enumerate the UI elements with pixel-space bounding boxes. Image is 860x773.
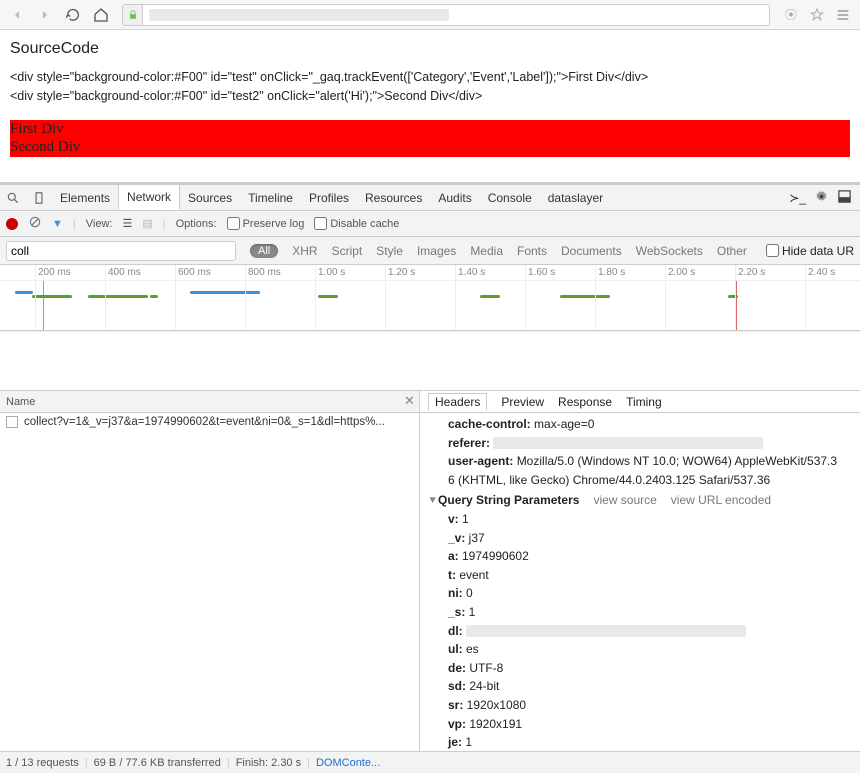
- url-text: [143, 8, 769, 22]
- hide-data-urls-checkbox[interactable]: Hide data UR: [766, 244, 854, 258]
- filter-websockets[interactable]: WebSockets: [636, 244, 703, 258]
- star-icon[interactable]: [806, 4, 828, 26]
- view-url-encoded-link[interactable]: view URL encoded: [671, 491, 771, 510]
- tab-profiles[interactable]: Profiles: [301, 185, 357, 210]
- column-name[interactable]: Name: [0, 391, 419, 413]
- back-button[interactable]: [6, 4, 28, 26]
- device-icon[interactable]: [26, 185, 52, 210]
- reload-button[interactable]: [62, 4, 84, 26]
- status-bar: 1 / 13 requests| 69 B / 77.6 KB transfer…: [0, 751, 860, 773]
- filter-other[interactable]: Other: [717, 244, 747, 258]
- address-bar[interactable]: [122, 4, 770, 26]
- tab-resources[interactable]: Resources: [357, 185, 430, 210]
- second-div[interactable]: Second Div: [10, 138, 850, 157]
- filter-xhr[interactable]: XHR: [292, 244, 317, 258]
- status-finish: Finish: 2.30 s: [236, 757, 301, 769]
- filter-icon[interactable]: ▼: [52, 218, 63, 230]
- request-list: Name collect?v=1&_v=j37&a=1974990602&t=e…: [0, 391, 420, 751]
- clear-icon[interactable]: [28, 215, 42, 232]
- tab-elements[interactable]: Elements: [52, 185, 118, 210]
- filter-documents[interactable]: Documents: [561, 244, 622, 258]
- detail-tab-timing[interactable]: Timing: [626, 395, 662, 409]
- devtools-tab-bar: Elements Network Sources Timeline Profil…: [0, 185, 860, 211]
- forward-button[interactable]: [34, 4, 56, 26]
- tab-sources[interactable]: Sources: [180, 185, 240, 210]
- page-heading: SourceCode: [10, 40, 850, 58]
- qsp-section-title[interactable]: Query String Parameters: [438, 493, 579, 507]
- status-transferred: 69 B / 77.6 KB transferred: [94, 757, 221, 769]
- first-div[interactable]: First Div: [10, 120, 850, 139]
- request-url: collect?v=1&_v=j37&a=1974990602&t=event&…: [24, 416, 385, 428]
- status-domcontent: DOMConte...: [316, 757, 380, 769]
- inspect-icon[interactable]: [0, 185, 26, 210]
- network-timeline[interactable]: 200 ms400 ms600 ms800 ms1.00 s1.20 s1.40…: [0, 265, 860, 331]
- tab-audits[interactable]: Audits: [430, 185, 479, 210]
- record-button[interactable]: [6, 218, 18, 230]
- preserve-log-checkbox[interactable]: Preserve log: [227, 217, 305, 230]
- file-icon: [6, 416, 18, 428]
- filter-fonts[interactable]: Fonts: [517, 244, 547, 258]
- detail-tab-preview[interactable]: Preview: [501, 395, 544, 409]
- translate-icon[interactable]: ⦿: [780, 4, 802, 26]
- settings-icon[interactable]: [814, 189, 829, 207]
- timeline-spacer: [0, 331, 860, 391]
- filter-script[interactable]: Script: [332, 244, 363, 258]
- home-button[interactable]: [90, 4, 112, 26]
- close-pane-icon[interactable]: ✕: [404, 393, 415, 409]
- detail-tab-headers[interactable]: Headers: [428, 393, 487, 411]
- dock-icon[interactable]: [837, 189, 852, 207]
- page-content: SourceCode <div style="background-color:…: [0, 30, 860, 182]
- network-controls: ▼ | View: ☰ ▤ | Options: Preserve log Di…: [0, 211, 860, 237]
- source-code-block: <div style="background-color:#F00" id="t…: [10, 68, 850, 106]
- drawer-icon[interactable]: ≻_: [789, 191, 806, 205]
- detail-tab-response[interactable]: Response: [558, 395, 612, 409]
- tab-timeline[interactable]: Timeline: [240, 185, 301, 210]
- menu-icon[interactable]: [832, 4, 854, 26]
- filter-input[interactable]: [6, 241, 236, 261]
- filter-style[interactable]: Style: [376, 244, 403, 258]
- network-filter-bar: All XHR Script Style Images Media Fonts …: [0, 237, 860, 265]
- filter-images[interactable]: Images: [417, 244, 456, 258]
- browser-toolbar: ⦿: [0, 0, 860, 30]
- filter-all[interactable]: All: [250, 244, 278, 258]
- request-row[interactable]: collect?v=1&_v=j37&a=1974990602&t=event&…: [0, 413, 419, 431]
- view-label: View:: [86, 218, 113, 230]
- view-source-link[interactable]: view source: [593, 491, 656, 510]
- status-requests: 1 / 13 requests: [6, 757, 79, 769]
- disable-cache-checkbox[interactable]: Disable cache: [314, 217, 399, 230]
- options-label: Options:: [176, 218, 217, 230]
- lock-icon: [123, 5, 143, 25]
- view-grid-icon[interactable]: ▤: [142, 217, 152, 230]
- view-list-icon[interactable]: ☰: [122, 217, 132, 230]
- request-detail-pane: ✕ Headers Preview Response Timing cache-…: [420, 391, 860, 751]
- filter-media[interactable]: Media: [470, 244, 503, 258]
- tab-dataslayer[interactable]: dataslayer: [540, 185, 611, 210]
- tab-network[interactable]: Network: [118, 185, 180, 210]
- tab-console[interactable]: Console: [480, 185, 540, 210]
